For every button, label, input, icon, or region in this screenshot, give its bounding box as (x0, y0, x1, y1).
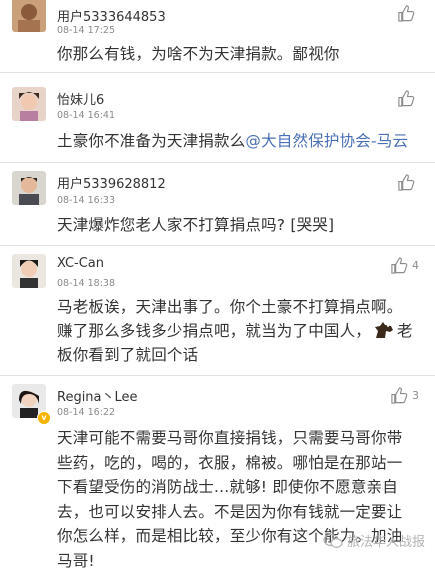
username[interactable]: Regina丶Lee (57, 386, 138, 405)
comment-text-line: 天津可能不需要马哥你直接捐钱，只需要马哥你带 (57, 426, 423, 451)
thumbs-up-icon (397, 4, 416, 23)
comment-text: 土豪你不准备为天津捐款么@大自然保护协会-马云 (57, 129, 423, 153)
timestamp: 08-14 16:41 (57, 110, 115, 121)
comment-text-line: 赚了那么多钱多少捐点吧，就当为了中国人，老 (57, 319, 423, 343)
comment-text: 天津爆炸您老人家不打算捐点吗? [哭哭] (57, 213, 423, 237)
comment-item: 用户5333644853 08-14 17:25 你那么有钱，为啥不为天津捐款。… (0, 0, 435, 73)
comment-item: 用户5339628812 08-14 16:33 天津爆炸您老人家不打算捐点吗?… (0, 163, 435, 246)
comment-text-line: 些药，吃的，喝的，衣服，棉被。哪怕是在那站一 (57, 451, 423, 476)
thumbs-up-icon (397, 89, 416, 108)
mention-link[interactable]: @大自然保护协会-马云 (245, 132, 408, 150)
username[interactable]: XC-Can (57, 256, 104, 271)
avatar[interactable] (12, 254, 46, 288)
comment-text-line: 马老板诶，天津出事了。你个土豪不打算捐点啊。 (57, 295, 423, 319)
wechat-icon (323, 533, 343, 549)
comment-item: XC-Can 08-14 18:38 马老板诶，天津出事了。你个土豪不打算捐点啊… (0, 246, 435, 376)
comment-text: 天津可能不需要马哥你直接捐钱，只需要马哥你带 些药，吃的，喝的，衣服，棉被。哪怕… (57, 426, 423, 573)
comment-item: 怡妹儿6 08-14 16:41 土豪你不准备为天津捐款么@大自然保护协会-马云 (0, 73, 435, 163)
timestamp: 08-14 16:33 (57, 195, 115, 206)
timestamp: 08-14 17:25 (57, 25, 115, 36)
timestamp: 08-14 16:22 (57, 407, 115, 418)
username[interactable]: 用户5333644853 (57, 6, 166, 25)
comment-text: 马老板诶，天津出事了。你个土豪不打算捐点啊。 赚了那么多钱多少捐点吧，就当为了中… (57, 295, 423, 367)
thumbs-up-icon (397, 173, 416, 192)
comment-text: 你那么有钱，为啥不为天津捐款。鄙视你 (57, 42, 423, 66)
like-button[interactable]: 3 (390, 386, 419, 405)
username[interactable]: 用户5339628812 (57, 173, 166, 192)
comment-text-line: 板你看到了就回个话 (57, 343, 423, 367)
comment-text-main: 土豪你不准备为天津捐款么 (57, 132, 245, 150)
comment-text-line: 去，也可以安排人去。不是因为你有钱就一定要让 (57, 500, 423, 525)
comment-text-line: 马哥! (57, 549, 423, 573)
like-button[interactable] (397, 4, 419, 23)
avatar[interactable] (12, 0, 46, 32)
like-button[interactable] (397, 89, 419, 108)
like-count: 4 (412, 259, 419, 272)
watermark-text: 旅法华人战报 (347, 531, 425, 550)
like-button[interactable] (397, 173, 419, 192)
thumbs-up-icon (390, 256, 409, 275)
username[interactable]: 怡妹儿6 (57, 89, 104, 108)
timestamp: 08-14 18:38 (57, 278, 115, 289)
like-button[interactable]: 4 (390, 256, 419, 275)
verified-badge-icon: v (37, 411, 51, 425)
comment-text-line: 下看望受伤的消防战士...就够! 即使你不愿意亲自 (57, 475, 423, 500)
avatar[interactable] (12, 87, 46, 121)
like-count: 3 (412, 389, 419, 402)
horse-emoji-icon (373, 321, 395, 339)
thumbs-up-icon (390, 386, 409, 405)
watermark: 旅法华人战报 (323, 531, 425, 550)
avatar[interactable] (12, 171, 46, 205)
